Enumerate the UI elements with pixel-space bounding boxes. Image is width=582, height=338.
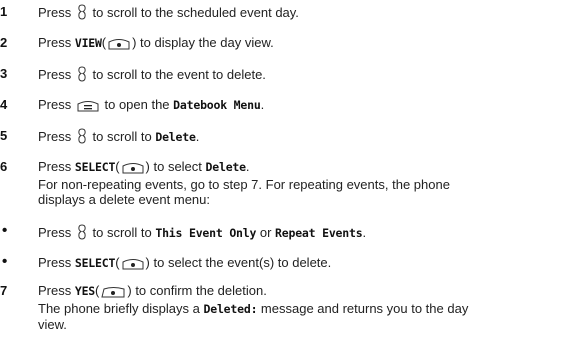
option-name: This Event Only [155, 226, 257, 240]
step-text: Press to scroll to the scheduled event d… [38, 4, 582, 23]
step-number: 2 [0, 35, 8, 50]
bullet-marker: • [2, 253, 8, 270]
center-select-key-icon [122, 162, 144, 177]
key-label: VIEW [74, 36, 102, 50]
key-label: SELECT [74, 256, 116, 270]
menu-key-icon [77, 100, 99, 115]
step-number: 7 [0, 283, 8, 298]
key-label: SELECT [74, 160, 116, 174]
step-text: Press to scroll to Delete. [38, 128, 582, 147]
step-number: 4 [0, 97, 8, 112]
center-select-key-icon [122, 258, 144, 273]
step-text: Press to scroll to the event to delete. [38, 66, 582, 85]
menu-name: Datebook Menu [173, 98, 261, 112]
step-text: Press VIEW() to display the day view. [38, 35, 582, 53]
nav-key-icon [77, 4, 87, 23]
step-number: 1 [0, 4, 8, 19]
option-name: Delete [155, 130, 196, 144]
step-text: Press SELECT() to select Delete. For non… [38, 159, 450, 207]
step-text: Press YES() to confirm the deletion. The… [38, 283, 469, 332]
option-name: Repeat Events [275, 226, 363, 240]
step-number: 5 [0, 128, 8, 143]
step-number: 3 [0, 66, 8, 81]
option-name: Delete [205, 160, 247, 174]
left-softkey-icon [101, 286, 125, 301]
step-text: Press SELECT() to select the event(s) to… [38, 255, 582, 273]
message-name: Deleted: [203, 302, 258, 316]
key-label: YES [74, 284, 96, 298]
center-select-key-icon [108, 38, 130, 53]
nav-key-icon [77, 128, 87, 147]
nav-key-icon [77, 224, 87, 243]
nav-key-icon [77, 66, 87, 85]
step-number: 6 [0, 159, 8, 174]
bullet-marker: • [2, 222, 8, 239]
step-text: Press to scroll to This Event Only or Re… [38, 224, 582, 243]
step-text: Press to open the Datebook Menu. [38, 97, 582, 115]
instructions-page: 1 Press to scroll to the scheduled event… [0, 0, 582, 338]
